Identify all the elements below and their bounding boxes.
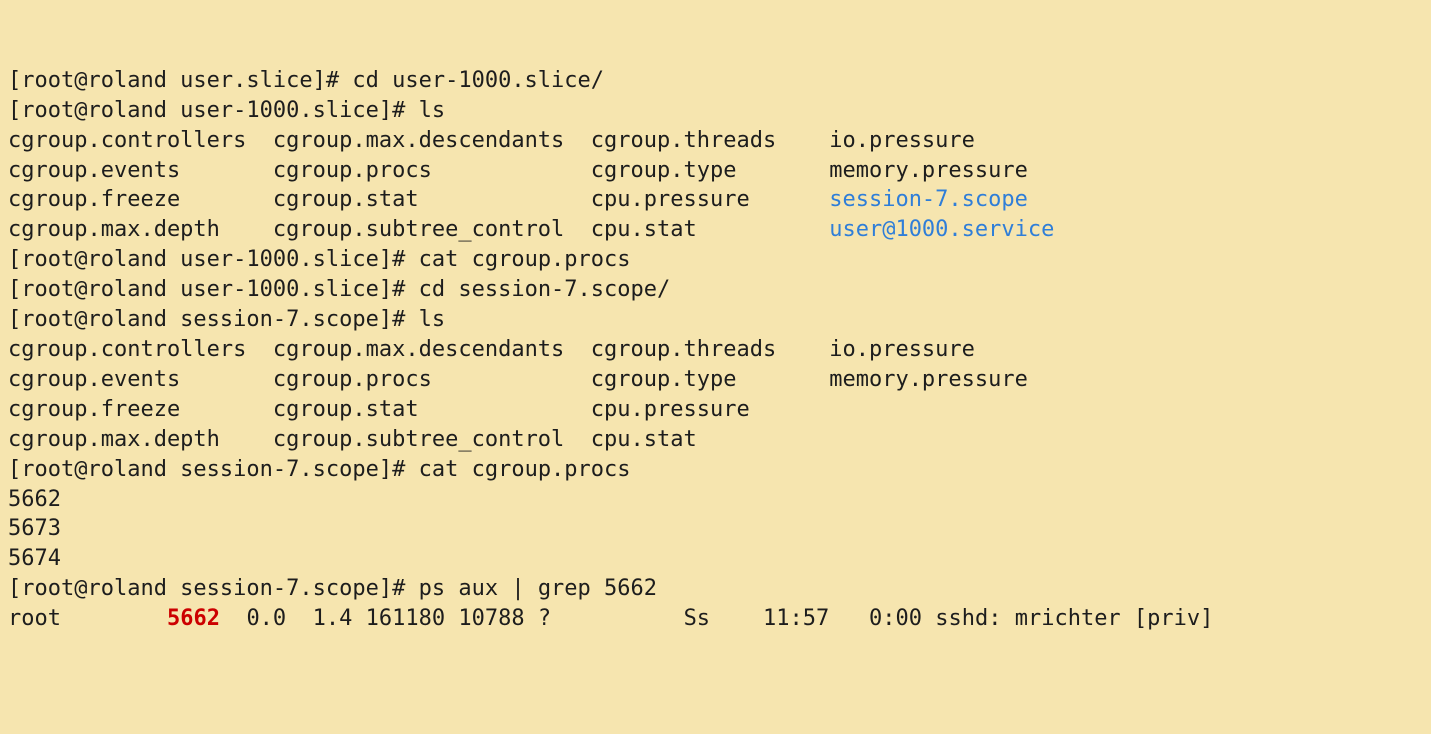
ls-cell: cgroup.events — [8, 367, 273, 392]
ls-cell: memory.pressure — [829, 158, 1028, 183]
ps-mem: 1.4 — [313, 606, 366, 631]
terminal-output: [root@roland user.slice]# cd user-1000.s… — [8, 66, 1423, 634]
shell-command: cat cgroup.procs — [419, 457, 631, 482]
ls-row: cgroup.max.depth cgroup.subtree_control … — [8, 215, 1423, 245]
ls-cell: cgroup.threads — [591, 337, 829, 362]
shell-prompt: [root@roland session-7.scope]# — [8, 576, 419, 601]
ls-cell: cpu.stat — [591, 427, 829, 452]
proc-id: 5673 — [8, 516, 61, 541]
ls-cell: cgroup.max.descendants — [273, 128, 591, 153]
ls-cell: io.pressure — [829, 337, 975, 362]
ls-cell: cgroup.subtree_control — [273, 427, 591, 452]
ps-cpu: 0.0 — [246, 606, 312, 631]
cmd-cd-sess7: [root@roland user-1000.slice]# cd sessio… — [8, 275, 1423, 305]
shell-command: cd user-1000.slice/ — [352, 68, 604, 93]
shell-prompt: [root@roland user-1000.slice]# — [8, 277, 419, 302]
shell-prompt: [root@roland session-7.scope]# — [8, 307, 419, 332]
ls-row: cgroup.controllers cgroup.max.descendant… — [8, 335, 1423, 365]
ps-cmd: sshd: mrichter [priv] — [935, 606, 1213, 631]
ps-time: 0:00 — [869, 606, 935, 631]
ls-cell: cgroup.freeze — [8, 397, 273, 422]
ls-cell: cgroup.max.depth — [8, 217, 273, 242]
ls-cell: cgroup.stat — [273, 397, 591, 422]
shell-command: cd session-7.scope/ — [419, 277, 671, 302]
shell-command: ls — [419, 307, 446, 332]
cmd-ps-grep: [root@roland session-7.scope]# ps aux | … — [8, 574, 1423, 604]
ls-cell: cgroup.controllers — [8, 128, 273, 153]
cmd-cat-procs-2: [root@roland session-7.scope]# cat cgrou… — [8, 455, 1423, 485]
ls-cell: cgroup.freeze — [8, 187, 273, 212]
cmd-cat-procs-1: [root@roland user-1000.slice]# cat cgrou… — [8, 245, 1423, 275]
ps-vsz: 161180 — [366, 606, 459, 631]
proc-id: 5674 — [8, 546, 61, 571]
shell-command: ls — [419, 98, 446, 123]
ls-cell: cgroup.type — [591, 367, 829, 392]
cmd-ls-2: [root@roland session-7.scope]# ls — [8, 305, 1423, 335]
ls-row: cgroup.controllers cgroup.max.descendant… — [8, 126, 1423, 156]
ls-cell: cgroup.procs — [273, 158, 591, 183]
ps-pid-match: 5662 — [167, 606, 220, 631]
ps-start: 11:57 — [763, 606, 869, 631]
ps-tty: ? — [538, 606, 684, 631]
ls-directory: user@1000.service — [829, 217, 1054, 242]
ls-cell: cgroup.type — [591, 158, 829, 183]
ls-cell: cgroup.max.depth — [8, 427, 273, 452]
ls-row: cgroup.max.depth cgroup.subtree_control … — [8, 425, 1423, 455]
ls-cell: cgroup.max.descendants — [273, 337, 591, 362]
ls-cell: cpu.pressure — [591, 187, 829, 212]
proc-line: 5673 — [8, 514, 1423, 544]
shell-prompt: [root@roland user.slice]# — [8, 68, 352, 93]
ls-cell: cgroup.threads — [591, 128, 829, 153]
ls-row: cgroup.events cgroup.procs cgroup.type m… — [8, 365, 1423, 395]
shell-prompt: [root@roland session-7.scope]# — [8, 457, 419, 482]
ls-cell: cgroup.events — [8, 158, 273, 183]
proc-line: 5674 — [8, 544, 1423, 574]
ps-stat: Ss — [684, 606, 763, 631]
proc-line: 5662 — [8, 485, 1423, 515]
ls-row: cgroup.freeze cgroup.stat cpu.pressure — [8, 395, 1423, 425]
ps-rss: 10788 — [458, 606, 537, 631]
ls-cell: cgroup.procs — [273, 367, 591, 392]
ls-cell: memory.pressure — [829, 367, 1028, 392]
ls-row: cgroup.events cgroup.procs cgroup.type m… — [8, 156, 1423, 186]
cmd-cd-user1000: [root@roland user.slice]# cd user-1000.s… — [8, 66, 1423, 96]
ls-cell: cgroup.subtree_control — [273, 217, 591, 242]
ls-row: cgroup.freeze cgroup.stat cpu.pressure s… — [8, 185, 1423, 215]
ls-cell: cgroup.stat — [273, 187, 591, 212]
ls-cell: cpu.pressure — [591, 397, 829, 422]
shell-command: cat cgroup.procs — [419, 247, 631, 272]
ls-cell: io.pressure — [829, 128, 975, 153]
proc-id: 5662 — [8, 487, 61, 512]
ls-cell: cpu.stat — [591, 217, 829, 242]
ls-directory: session-7.scope — [829, 187, 1028, 212]
ls-cell: cgroup.controllers — [8, 337, 273, 362]
shell-command: ps aux | grep 5662 — [419, 576, 657, 601]
shell-prompt: [root@roland user-1000.slice]# — [8, 247, 419, 272]
ps-row: root 5662 0.0 1.4 161180 10788 ? Ss 11:5… — [8, 604, 1423, 634]
cmd-ls-1: [root@roland user-1000.slice]# ls — [8, 96, 1423, 126]
shell-prompt: [root@roland user-1000.slice]# — [8, 98, 419, 123]
ps-user: root — [8, 606, 167, 631]
